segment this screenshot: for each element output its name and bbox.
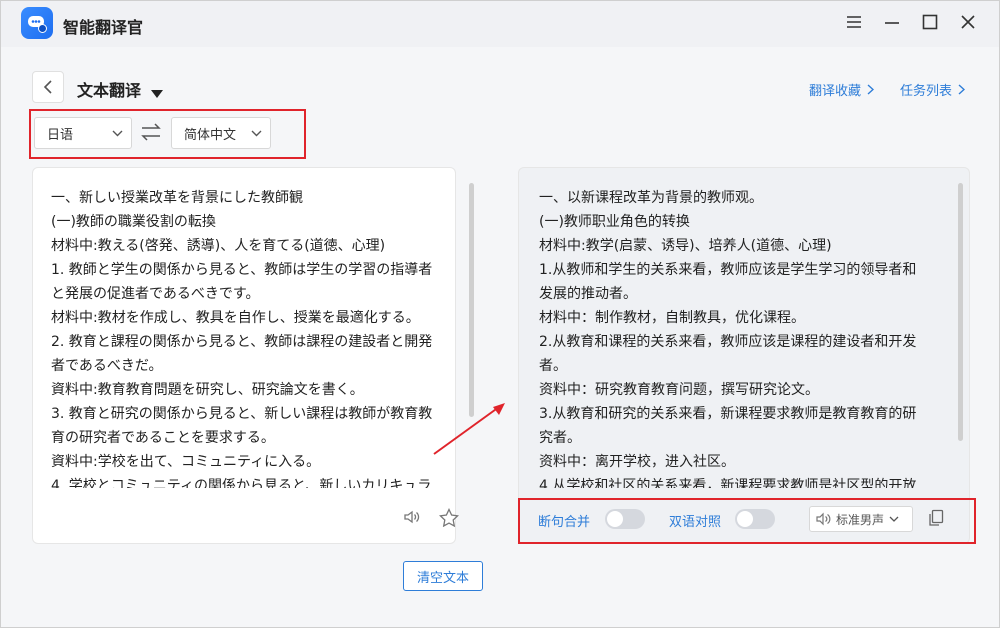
app-window: 智能翻译官 文本翻译 翻译收藏 任务列表 日语 简体中文 一、新しい授業改革を背…	[0, 0, 1000, 628]
source-line: 2. 教育と課程の関係から見ると、教師は課程の建設者と開発	[51, 334, 433, 350]
target-line: 究者。	[539, 430, 581, 446]
source-line: 者であるべきだ。	[51, 358, 163, 374]
swap-languages-icon[interactable]	[140, 122, 162, 146]
target-line: 者。	[539, 358, 567, 374]
source-text-panel[interactable]: 一、新しい授業改革を背景にした教師観 (一)教師の職業役割の転換 材料中:教える…	[32, 167, 456, 544]
source-line: 材料中:教える(啓発、誘導)、人を育てる(道徳、心理)	[51, 238, 386, 254]
menu-icon[interactable]	[845, 13, 863, 31]
app-logo	[21, 7, 53, 39]
source-language-value: 日语	[47, 127, 74, 143]
chevron-down-icon	[112, 130, 123, 136]
close-icon[interactable]	[959, 13, 977, 31]
target-line: 2.从教育和课程的关系来看，教师应该是课程的建设者和开发	[539, 334, 917, 350]
target-line: 4.从学校和社区的关系来看，新课程要求教师是社区型的开放	[539, 478, 917, 488]
source-scrollbar[interactable]	[469, 183, 474, 417]
target-line: 一、以新课程改革为背景的教师观。	[539, 190, 763, 206]
bilingual-toggle[interactable]	[735, 509, 775, 529]
source-line: 資料中:学校を出て、コミュニティに入る。	[51, 454, 321, 470]
page-title: 文本翻译	[77, 81, 142, 100]
annotation-arrow	[433, 403, 505, 455]
chevron-left-icon	[43, 80, 52, 94]
merge-sentences-label: 断句合并	[538, 515, 591, 530]
chevron-right-icon	[867, 84, 874, 95]
target-line: 资料中：研究教育教育问题，撰写研究论文。	[539, 382, 819, 398]
voice-value: 标准男声	[836, 512, 885, 527]
target-language-value: 简体中文	[184, 127, 237, 143]
maximize-icon[interactable]	[921, 13, 939, 31]
task-list-link[interactable]: 任务列表	[900, 80, 965, 99]
source-line: (一)教師の職業役割の転換	[51, 214, 216, 230]
task-list-link-label: 任务列表	[899, 84, 952, 99]
target-line: 3.从教育和研究的关系来看，新课程要求教师是教育教育的研	[539, 406, 917, 422]
target-text-area: 一、以新课程改革为背景的教师观。 (一)教师职业角色的转换 材料中:教学(启蒙、…	[539, 186, 959, 488]
chevron-right-icon	[958, 84, 965, 95]
speaker-icon[interactable]	[403, 508, 421, 531]
source-line: 3. 教育と研究の関係から見ると、新しい課程は教師が教育教	[51, 406, 433, 422]
merge-sentences-toggle[interactable]	[605, 509, 645, 529]
source-line: 一、新しい授業改革を背景にした教師観	[51, 190, 303, 206]
app-title: 智能翻译官	[63, 18, 144, 37]
title-bar: 智能翻译官	[1, 1, 999, 47]
back-button[interactable]	[32, 71, 64, 103]
window-controls	[845, 13, 977, 31]
source-language-select[interactable]: 日语	[34, 117, 132, 149]
header-links: 翻译收藏 任务列表	[809, 80, 965, 99]
target-line: 资料中：离开学校，进入社区。	[539, 454, 735, 470]
target-line: 材料中:教学(启蒙、诱导)、培养人(道德、心理)	[539, 238, 832, 254]
source-text-area[interactable]: 一、新しい授業改革を背景にした教師観 (一)教師の職業役割の転換 材料中:教える…	[51, 186, 451, 488]
target-text-panel: 一、以新课程改革为背景的教师观。 (一)教师职业角色的转换 材料中:教学(启蒙、…	[518, 167, 970, 544]
target-language-select[interactable]: 简体中文	[171, 117, 271, 149]
source-line: 材料中:教材を作成し、教具を自作し、授業を最適化する。	[51, 310, 420, 326]
speaker-icon	[816, 512, 831, 526]
source-line: 4. 学校とコミュニティの関係から見ると、新しいカリキュラ	[51, 478, 432, 488]
clear-text-button[interactable]: 清空文本	[403, 561, 483, 591]
source-line: と発展の促進者であるべきです。	[51, 286, 260, 302]
bilingual-label: 双语对照	[669, 515, 722, 530]
target-scrollbar[interactable]	[958, 183, 963, 441]
voice-select[interactable]: 标准男声	[809, 506, 913, 532]
target-line: 发展的推动者。	[539, 286, 637, 302]
favorites-link[interactable]: 翻译收藏	[809, 80, 874, 99]
chevron-down-icon	[889, 516, 899, 522]
favorites-link-label: 翻译收藏	[808, 84, 861, 99]
source-line: 資料中:教育教育問題を研究し、研究論文を書く。	[51, 382, 364, 398]
copy-icon[interactable]	[928, 509, 944, 531]
target-line: 1.从教师和学生的关系来看，教师应该是学生学习的领导者和	[539, 262, 917, 278]
chevron-down-icon	[251, 130, 262, 136]
source-tools	[403, 507, 460, 531]
target-line: 材料中：制作教材，自制教具，优化课程。	[539, 310, 805, 326]
target-line: (一)教师职业角色的转换	[539, 214, 690, 230]
source-line: 1. 教師と学生の関係から見ると、教師は学生の学習の指導者	[51, 262, 433, 278]
minimize-icon[interactable]	[883, 13, 901, 31]
star-icon[interactable]	[438, 507, 460, 531]
source-line: 育の研究者であることを要求する。	[51, 430, 275, 446]
caret-down-icon[interactable]	[151, 83, 163, 102]
